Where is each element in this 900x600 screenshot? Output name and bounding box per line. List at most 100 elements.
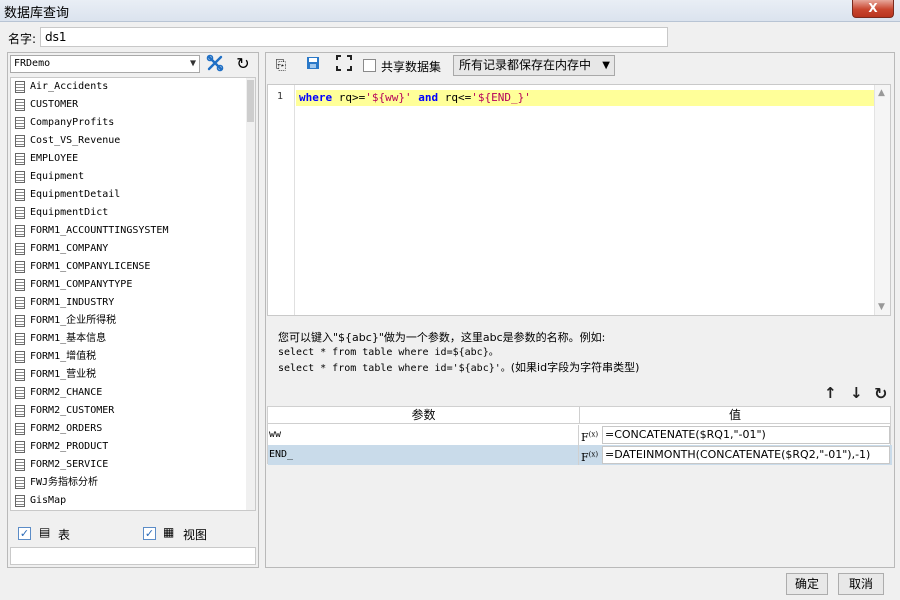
list-item[interactable]: EMPLOYEE [11, 150, 255, 168]
storage-mode-select[interactable]: 所有记录都保存在内存中 ▼ [453, 55, 615, 76]
list-item[interactable]: FORM1_营业税 [11, 366, 255, 384]
formula-icon: F(x) [581, 430, 599, 444]
list-item[interactable]: FORM1_COMPANYTYPE [11, 276, 255, 294]
table-icon [15, 117, 25, 129]
list-item[interactable]: CompanyProfits [11, 114, 255, 132]
table-row[interactable]: ww F(x) =CONCATENATE($RQ1,"-01") [268, 425, 892, 445]
table-name: FORM1_营业税 [30, 369, 97, 380]
table-icon [15, 405, 25, 417]
table-icon [15, 171, 25, 183]
save-icon [307, 57, 319, 69]
ok-button[interactable]: 确定 [786, 573, 828, 595]
window-title: 数据库查询 [4, 6, 70, 21]
table-icon [15, 243, 25, 255]
name-label: 名字: [8, 32, 37, 46]
table-name: FORM2_CUSTOMER [30, 405, 115, 416]
connection-select[interactable]: FRDemo ▼ [10, 55, 200, 73]
close-button[interactable]: X [852, 0, 894, 18]
name-input[interactable]: ds1 [40, 27, 668, 47]
share-dataset-label: 共享数据集 [381, 60, 442, 74]
formula-button[interactable]: F(x) [581, 426, 599, 444]
refresh-params-button[interactable]: ↻ [874, 384, 887, 403]
tools-icon [206, 54, 224, 72]
param-name: ww [268, 425, 579, 445]
list-item[interactable]: Equipment [11, 168, 255, 186]
edit-connection-button[interactable] [204, 54, 226, 74]
table-name: FORM1_COMPANY [30, 243, 109, 254]
list-item[interactable]: GisMap [11, 492, 255, 510]
table-name: EMPLOYEE [30, 153, 79, 164]
list-item[interactable]: FORM1_COMPANYLICENSE [11, 258, 255, 276]
sql-editor[interactable]: 1 where rq>='${ww}' and rq<='${END_}' ▲ … [267, 84, 891, 316]
list-item[interactable]: FORM2_ORDERS [11, 420, 255, 438]
list-item[interactable]: FORM2_SERVICE [11, 456, 255, 474]
preview-button[interactable]: ⎘ [270, 56, 292, 76]
table-search-input[interactable] [10, 547, 256, 565]
list-item[interactable]: FORM1_ACCOUNTTINGSYSTEM [11, 222, 255, 240]
parameter-help: 您可以键入"${abc}"做为一个参数，这里abc是参数的名称。例如: sele… [278, 330, 639, 376]
show-tables-checkbox[interactable]: ✓ [18, 527, 31, 540]
fullscreen-icon [336, 55, 352, 71]
table-icon [15, 81, 25, 93]
table-icon [15, 207, 25, 219]
param-value-input[interactable]: =DATEINMONTH(CONCATENATE($RQ2,"-01"),-1) [602, 446, 890, 464]
param-value-input[interactable]: =CONCATENATE($RQ1,"-01") [602, 426, 890, 444]
list-item[interactable]: EquipmentDict [11, 204, 255, 222]
sql-text: rq<= [438, 91, 472, 104]
line-number: 1 [277, 91, 284, 102]
sql-text-line[interactable]: where rq>='${ww}' and rq<='${END_}' [299, 91, 531, 104]
list-item[interactable]: FORM2_CUSTOMER [11, 402, 255, 420]
list-item[interactable]: FORM1_基本信息 [11, 330, 255, 348]
fullscreen-button[interactable] [333, 55, 355, 75]
list-item[interactable]: EquipmentDetail [11, 186, 255, 204]
list-item[interactable]: FWJ务指标分析 [11, 474, 255, 492]
table-name: FORM1_增值税 [30, 351, 97, 362]
parameter-table: 参数 值 ww F(x) =CONCATENATE($RQ1,"-01") EN… [267, 406, 892, 465]
refresh-icon: ↻ [236, 54, 250, 73]
list-item[interactable]: FORM2_CHANCE [11, 384, 255, 402]
formula-icon: F(x) [581, 450, 599, 464]
sql-keyword: where [299, 91, 333, 104]
formula-button[interactable]: F(x) [581, 446, 599, 464]
table-name: EquipmentDetail [30, 189, 121, 200]
table-list[interactable]: Air_Accidents CUSTOMER CompanyProfits Cost_… [10, 77, 256, 511]
table-row[interactable]: END_ F(x) =DATEINMONTH(CONCATENATE($RQ2,… [268, 445, 892, 465]
list-scroll-thumb[interactable] [247, 80, 254, 122]
table-icon [15, 315, 25, 327]
refresh-tables-button[interactable]: ↻ [232, 54, 254, 74]
table-icon [15, 459, 25, 471]
table-icon [15, 189, 25, 201]
share-dataset-checkbox[interactable] [363, 59, 376, 72]
list-item[interactable]: FORM1_企业所得税 [11, 312, 255, 330]
sql-text: rq>= [332, 91, 366, 104]
table-icon [15, 333, 25, 345]
table-name: FWJ务指标分析 [30, 477, 99, 488]
list-scrollbar[interactable] [246, 78, 255, 510]
cancel-button[interactable]: 取消 [838, 573, 884, 595]
list-item[interactable]: FORM1_增值税 [11, 348, 255, 366]
editor-scrollbar[interactable]: ▲ ▼ [874, 85, 890, 315]
scroll-down-icon[interactable]: ▼ [878, 302, 885, 312]
list-item[interactable]: Air_Accidents [11, 78, 255, 96]
table-name: FORM1_COMPANYTYPE [30, 279, 133, 290]
arrow-down-icon: ↓ [850, 384, 863, 402]
list-item[interactable]: FORM2_PRODUCT [11, 438, 255, 456]
move-down-button[interactable]: ↓ [850, 384, 863, 402]
list-item[interactable]: CUSTOMER [11, 96, 255, 114]
list-item[interactable]: Cost_VS_Revenue [11, 132, 255, 150]
save-query-button[interactable] [302, 56, 324, 76]
table-browser-panel: FRDemo ▼ ↻ Air_Accidents CUSTOMER CompanyP… [7, 52, 259, 568]
scroll-up-icon[interactable]: ▲ [878, 88, 885, 98]
table-icon [15, 261, 25, 273]
help-example: select * from table where id='${abc}'。 [278, 363, 511, 374]
move-up-button[interactable]: ↑ [824, 384, 837, 402]
show-views-checkbox[interactable]: ✓ [143, 527, 156, 540]
list-item[interactable]: FORM1_COMPANY [11, 240, 255, 258]
preview-icon: ⎘ [275, 58, 287, 73]
table-name: FORM1_ACCOUNTTINGSYSTEM [30, 225, 169, 236]
sql-keyword: and [418, 91, 439, 104]
list-item[interactable]: FORM1_INDUSTRY [11, 294, 255, 312]
table-icon [15, 387, 25, 399]
arrow-up-icon: ↑ [824, 384, 837, 402]
title-bar: 数据库查询 X [0, 0, 900, 22]
